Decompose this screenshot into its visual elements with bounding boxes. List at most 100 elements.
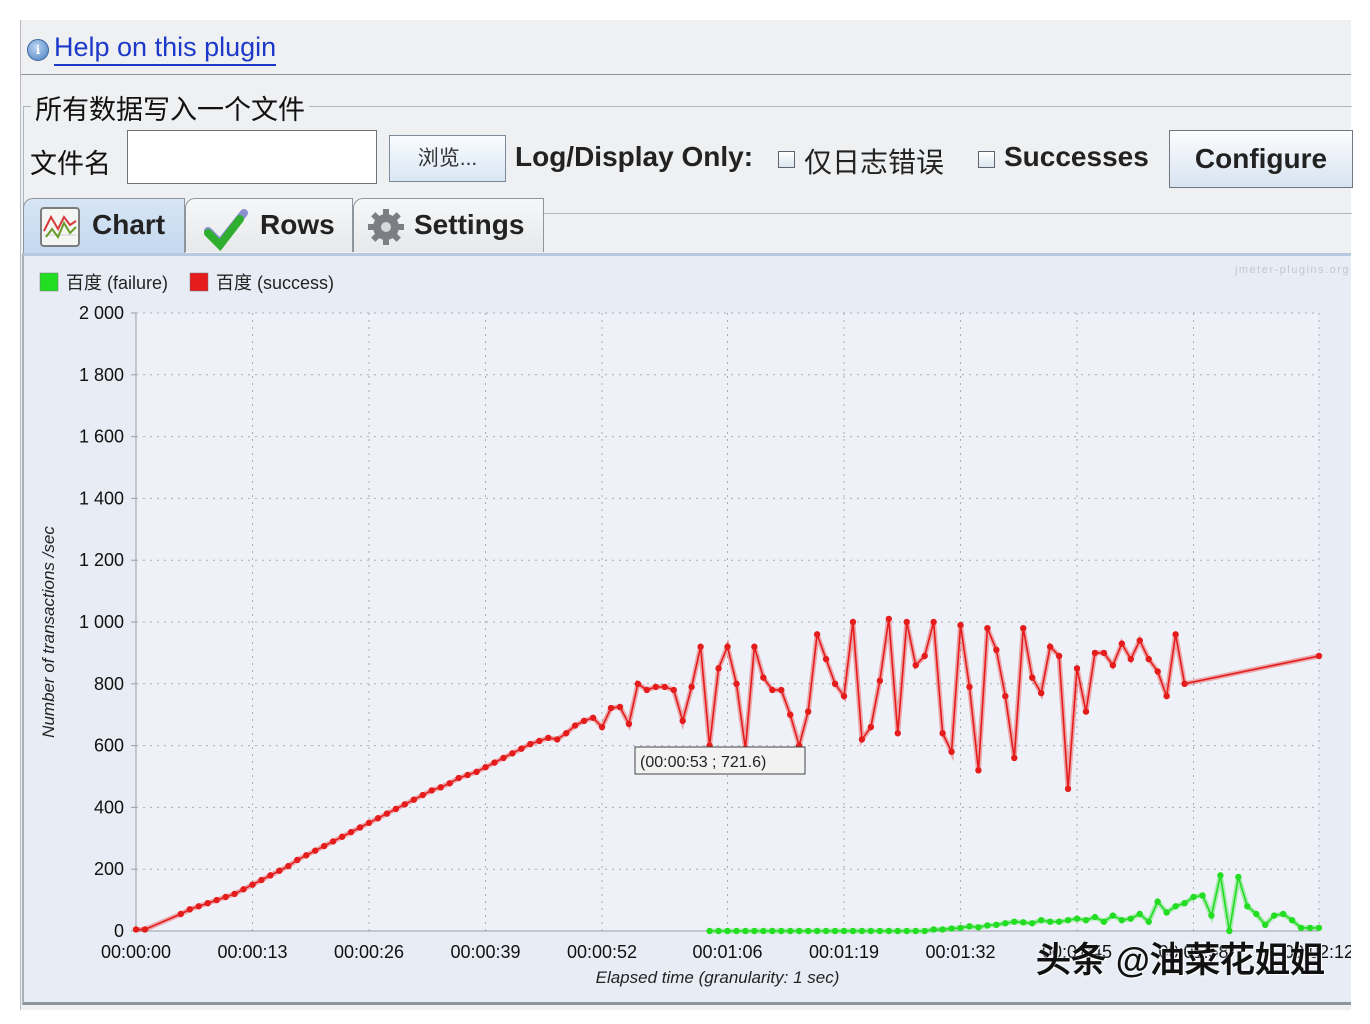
data-point	[688, 683, 695, 691]
x-tick-label: 00:00:00	[101, 942, 171, 962]
legend-swatch-0	[39, 272, 59, 292]
data-point	[571, 722, 579, 729]
data-point	[804, 708, 812, 715]
data-point	[1262, 921, 1269, 929]
data-point	[1181, 899, 1188, 907]
data-point	[580, 717, 588, 725]
data-point	[616, 703, 624, 711]
successes-checkbox[interactable]	[978, 151, 995, 168]
data-point	[840, 692, 848, 700]
y-tick-label: 1 200	[79, 550, 124, 570]
tab-chart[interactable]: Chart	[23, 198, 185, 254]
data-point	[787, 711, 794, 718]
data-point	[285, 862, 292, 870]
y-tick-label: 1 000	[79, 612, 124, 632]
tab-bar: Chart Rows Settings	[21, 198, 1351, 254]
data-point	[1163, 909, 1170, 916]
data-point	[1002, 692, 1009, 700]
data-point	[347, 828, 355, 836]
y-tick-label: 200	[94, 859, 124, 879]
data-point	[831, 680, 839, 687]
info-icon: i	[27, 39, 49, 61]
help-link[interactable]: Help on this plugin	[54, 30, 277, 66]
tab-settings[interactable]: Settings	[353, 198, 544, 252]
data-point	[1297, 924, 1305, 932]
plugin-panel: i Help on this plugin 所有数据写入一个文件 文件名 浏览.…	[20, 20, 1353, 1010]
data-point	[1145, 918, 1152, 925]
x-tick-label: 00:00:26	[334, 942, 404, 962]
errors-only-checkbox[interactable]	[778, 151, 795, 168]
author-watermark: 头条 @油菜花姐姐	[1036, 941, 1325, 980]
data-point	[840, 927, 848, 935]
data-point	[329, 838, 337, 845]
y-tick-label: 600	[94, 736, 124, 756]
data-point	[921, 927, 928, 935]
data-point	[365, 819, 373, 827]
data-point	[697, 643, 704, 650]
data-point	[787, 927, 794, 935]
line-chart-icon	[40, 207, 80, 247]
data-point	[437, 784, 444, 791]
data-point	[975, 767, 982, 774]
data-point	[724, 927, 731, 935]
data-point	[1082, 708, 1090, 715]
x-tick-label: 00:01:32	[925, 942, 995, 962]
data-point	[598, 723, 606, 731]
browse-button[interactable]: 浏览...	[389, 135, 506, 182]
data-point	[885, 927, 893, 935]
data-point	[1064, 916, 1072, 924]
y-tick-label: 1 400	[79, 488, 124, 508]
legend: 百度 (failure) 百度 (success)	[39, 272, 334, 293]
x-tick-label: 00:00:52	[567, 942, 637, 962]
grid	[136, 312, 1320, 931]
data-point	[751, 927, 758, 935]
data-point	[204, 899, 211, 907]
data-point	[795, 927, 803, 935]
tab-rows[interactable]: Rows	[185, 198, 353, 252]
data-point	[1145, 655, 1152, 663]
data-point	[1181, 680, 1188, 687]
data-point	[545, 734, 552, 742]
configure-button[interactable]: Configure	[1169, 130, 1353, 188]
legend-label-1: 百度 (success)	[216, 273, 334, 293]
data-point	[939, 730, 946, 737]
y-tick-label: 400	[94, 797, 124, 817]
data-point	[1270, 912, 1278, 919]
data-point	[1091, 649, 1099, 657]
errors-only-label: 仅日志错误	[804, 147, 945, 178]
x-tick-label: 00:00:13	[217, 942, 287, 962]
data-point	[831, 927, 839, 935]
data-point	[804, 927, 812, 935]
legend-swatch-1	[189, 272, 209, 292]
data-point	[312, 847, 319, 854]
data-point	[1002, 920, 1009, 927]
data-point	[141, 926, 149, 933]
data-point	[912, 927, 919, 935]
data-point	[1315, 652, 1323, 660]
data-point	[338, 833, 346, 840]
data-point	[778, 686, 785, 694]
data-point	[132, 926, 140, 933]
data-point	[589, 714, 597, 721]
data-point	[733, 680, 740, 687]
data-point	[1082, 916, 1090, 924]
data-point	[957, 621, 964, 629]
successes-label: Successes	[1004, 141, 1149, 172]
data-point	[1055, 652, 1063, 660]
data-point	[876, 677, 884, 684]
data-point	[849, 927, 857, 935]
data-point	[1118, 640, 1126, 647]
data-point	[321, 842, 328, 850]
data-point	[1029, 674, 1036, 681]
data-point	[1244, 903, 1251, 910]
data-point	[966, 683, 973, 691]
data-point	[966, 923, 973, 930]
data-point	[957, 924, 964, 932]
data-point	[984, 922, 991, 929]
data-point	[1118, 916, 1126, 924]
data-point	[715, 665, 722, 672]
data-point	[374, 815, 382, 822]
data-point	[643, 686, 651, 694]
filename-input[interactable]	[127, 130, 377, 184]
data-point	[356, 824, 364, 831]
